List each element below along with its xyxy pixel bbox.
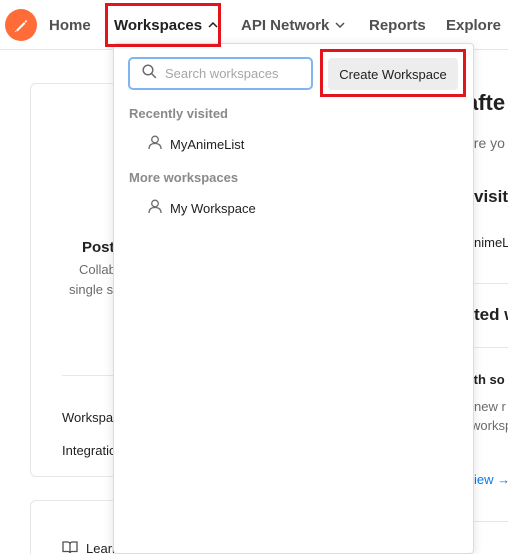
chevron-up-icon — [208, 22, 218, 28]
workspaces-link[interactable]: Workspa — [62, 410, 113, 425]
recently-visited-heading: visit — [474, 187, 508, 206]
suggested-heading: ted w — [474, 305, 508, 324]
card-divider — [62, 375, 114, 376]
nav-workspaces-label: Workspaces — [114, 16, 203, 34]
nav-api-network-label: API Network — [241, 16, 330, 34]
workspace-item-label: My Workspace — [170, 200, 256, 216]
user-icon — [148, 199, 162, 217]
more-workspaces-title: More workspaces — [129, 170, 239, 185]
workspace-item-label: MyAnimeList — [170, 136, 245, 152]
nav-home[interactable]: Home — [49, 0, 91, 50]
create-workspace-button[interactable]: Create Workspace — [328, 58, 458, 90]
recent-workspace-link[interactable]: nimeL — [474, 235, 508, 250]
postman-logo[interactable] — [5, 9, 37, 41]
view-template-link[interactable]: iew → — [474, 472, 508, 487]
section-divider-2 — [474, 347, 508, 348]
template-desc-1: new r — [474, 399, 506, 414]
workspaces-dropdown: Create Workspace Recently visited MyAnim… — [113, 43, 474, 554]
search-box[interactable] — [128, 57, 313, 90]
workspace-item-myanimelist[interactable]: MyAnimeList — [148, 132, 244, 156]
template-desc-2: worksp — [471, 418, 508, 433]
template-title: ith so — [470, 372, 505, 387]
search-icon — [142, 63, 157, 84]
chevron-down-icon — [335, 22, 345, 28]
search-input[interactable] — [165, 66, 305, 81]
promo-title: Post — [82, 239, 115, 256]
promo-text-line-2: single s — [69, 282, 114, 297]
section-divider-3 — [474, 521, 508, 522]
workspace-item-my-workspace[interactable]: My Workspace — [148, 196, 256, 220]
section-divider — [474, 283, 508, 284]
integrations-link[interactable]: Integratio — [62, 443, 116, 458]
recently-visited-title: Recently visited — [129, 106, 228, 121]
promo-text-line-1: Collab — [79, 262, 116, 277]
user-icon — [148, 135, 162, 153]
pen-icon — [15, 20, 28, 32]
book-icon — [62, 540, 78, 554]
